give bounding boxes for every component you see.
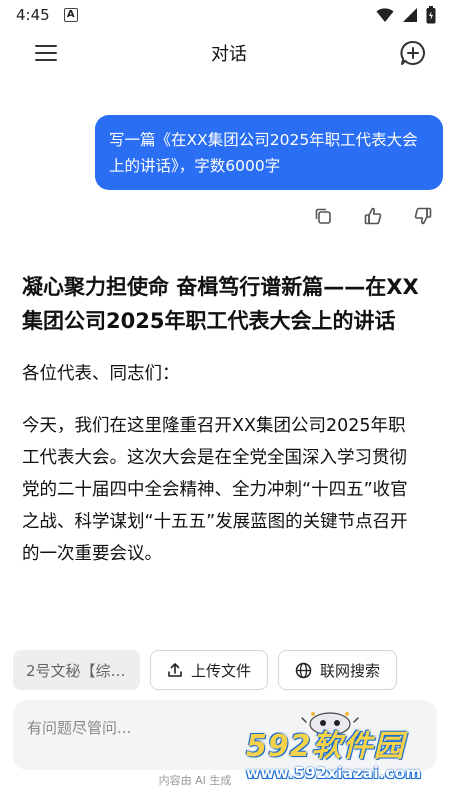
new-chat-icon[interactable] [400,40,426,66]
answer-paragraph: 今天，我们在这里隆重召开XX集团公司2025年职工代表大会。这次大会是在全党全国… [22,416,408,564]
message-actions [312,205,434,227]
dislike-button[interactable] [412,205,434,227]
user-message-bubble: 写一篇《在XX集团公司2025年职工代表大会上的讲话》，字数6000字 [95,115,443,190]
notification-icon: A [63,8,78,22]
upload-file-button[interactable]: 上传文件 [150,650,269,690]
like-button[interactable] [362,205,384,227]
app-bar: 对话 [0,30,450,76]
signal-icon [403,8,417,22]
watermark-url: www.592xiazai.com [246,764,422,782]
site-watermark: 592软件园 www.592xiazai.com [246,730,450,792]
ai-answer: 凝心聚力担使命 奋楫笃行谱新篇——在XX集团公司2025年职工代表大会上的讲话 … [22,270,422,642]
web-search-label: 联网搜索 [320,661,381,680]
answer-greeting: 各位代表、同志们： [22,364,180,384]
watermark-logo: 592软件园 [246,729,405,764]
answer-title: 凝心聚力担使命 奋楫笃行谱新篇——在XX集团公司2025年职工代表大会上的讲话 [22,275,419,333]
globe-icon [295,662,312,678]
copy-button[interactable] [312,205,334,227]
status-right [376,6,436,24]
copy-icon [315,208,331,224]
web-search-button[interactable]: 联网搜索 [278,650,398,690]
upload-file-label: 上传文件 [191,661,252,680]
thumbs-up-icon [364,207,382,225]
status-left: 4:45 A [16,6,78,24]
thumbs-down-icon [414,207,432,225]
wifi-icon [376,8,394,22]
menu-icon[interactable] [34,43,58,63]
battery-icon [426,6,436,24]
page-title: 对话 [211,44,247,65]
writer-select-chip[interactable]: 2号文秘【综… [13,650,140,690]
answer-fade [22,582,422,642]
status-time: 4:45 [16,6,50,24]
tool-chips: 2号文秘【综… 上传文件 联网搜索 [13,650,398,690]
upload-icon [168,663,182,677]
status-bar: 4:45 A [0,0,450,30]
